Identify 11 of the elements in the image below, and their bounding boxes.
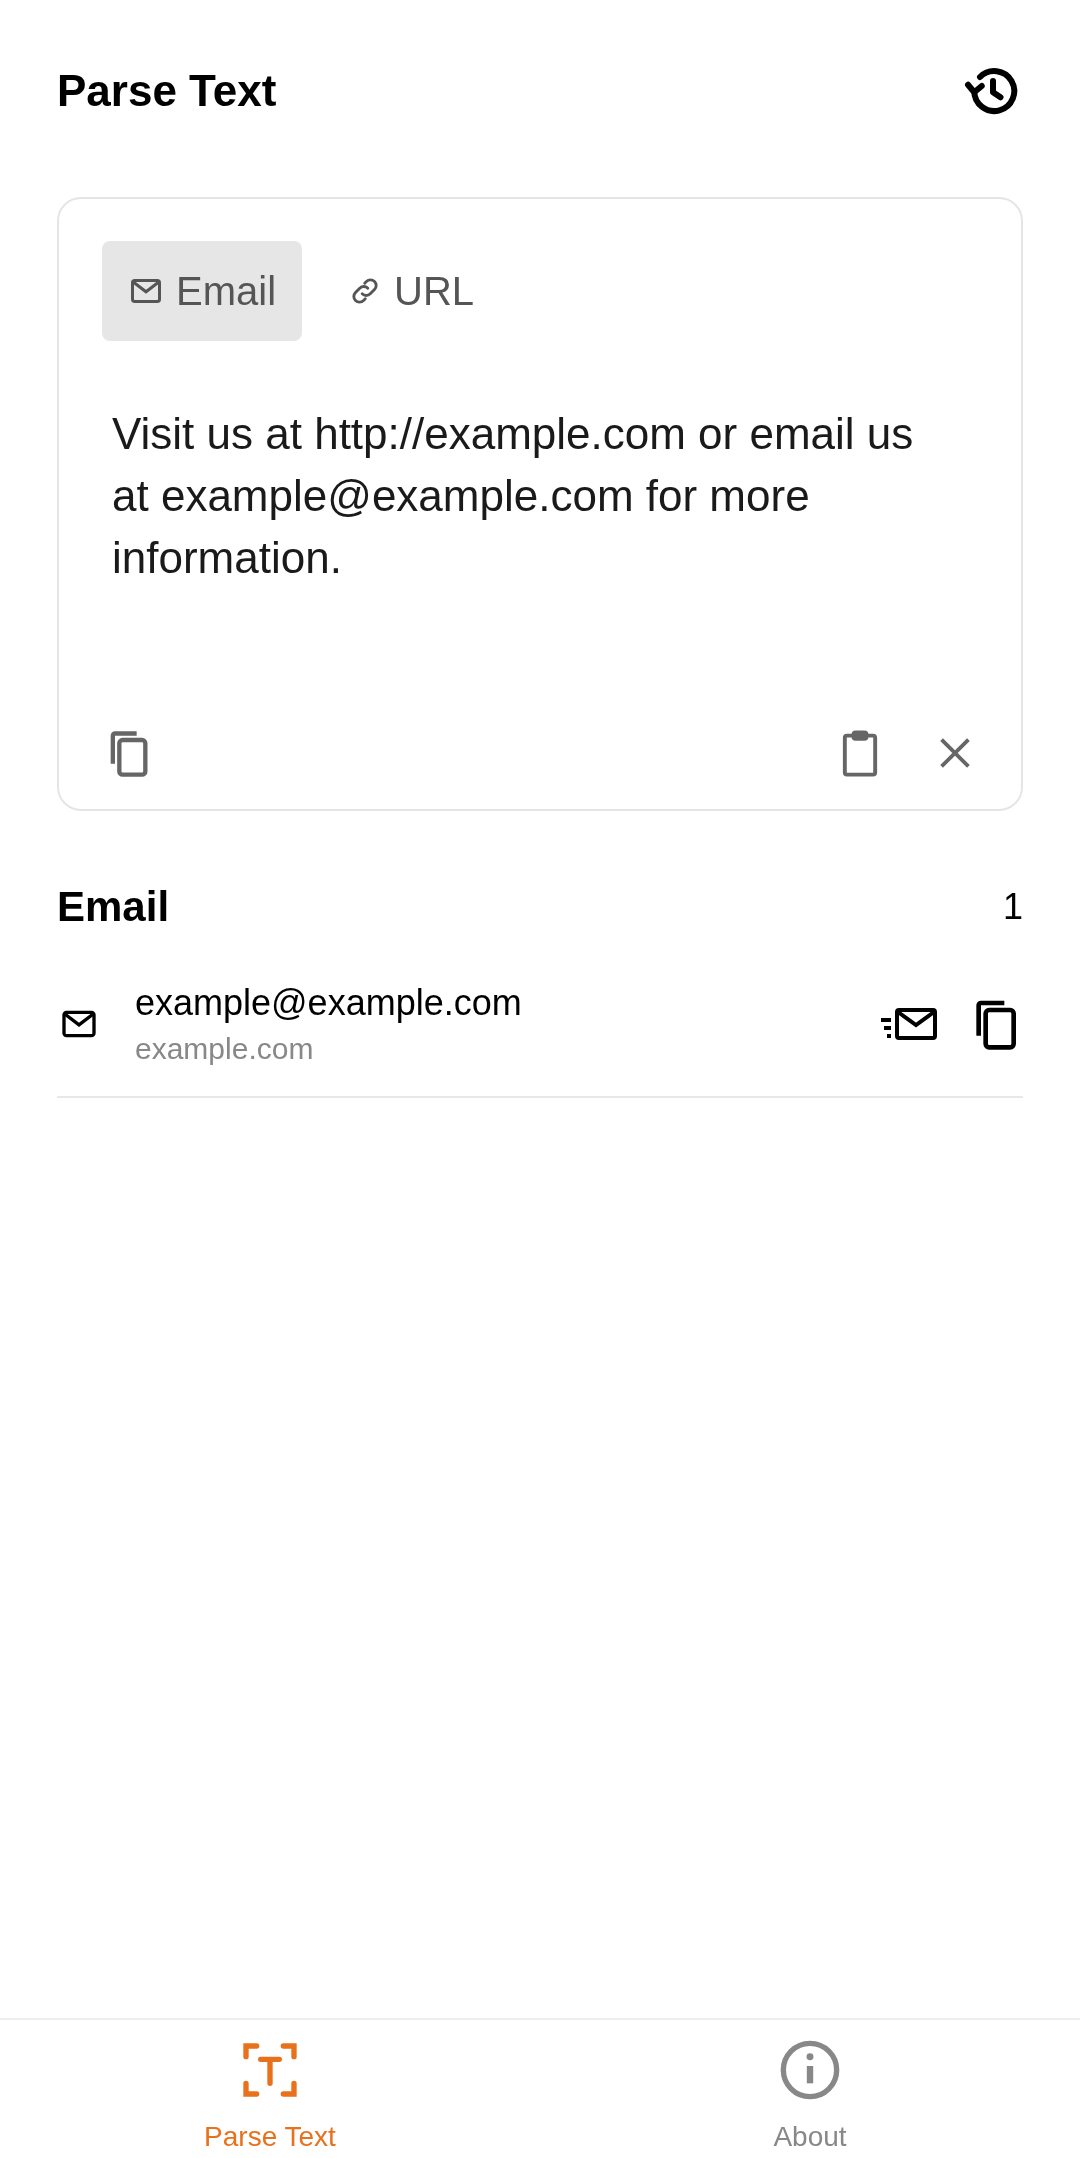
email-domain: example.com [135, 1031, 315, 1067]
filter-tab[interactable]: Email [102, 241, 303, 341]
nav-tab[interactable]: About [540, 2020, 1080, 2158]
section-title: Email [57, 882, 170, 932]
nav-tab[interactable]: Parse Text [0, 2020, 540, 2158]
email-address: example@example.com [135, 981, 522, 1025]
result-count: 1 [1002, 884, 1023, 929]
info-icon [778, 2038, 842, 2102]
text-input[interactable]: Visit us at http://example.com or email us at example@example.com for more information. [102, 403, 978, 589]
page-title: Parse Text [57, 65, 277, 117]
filter-tab[interactable]: URL [322, 241, 501, 341]
